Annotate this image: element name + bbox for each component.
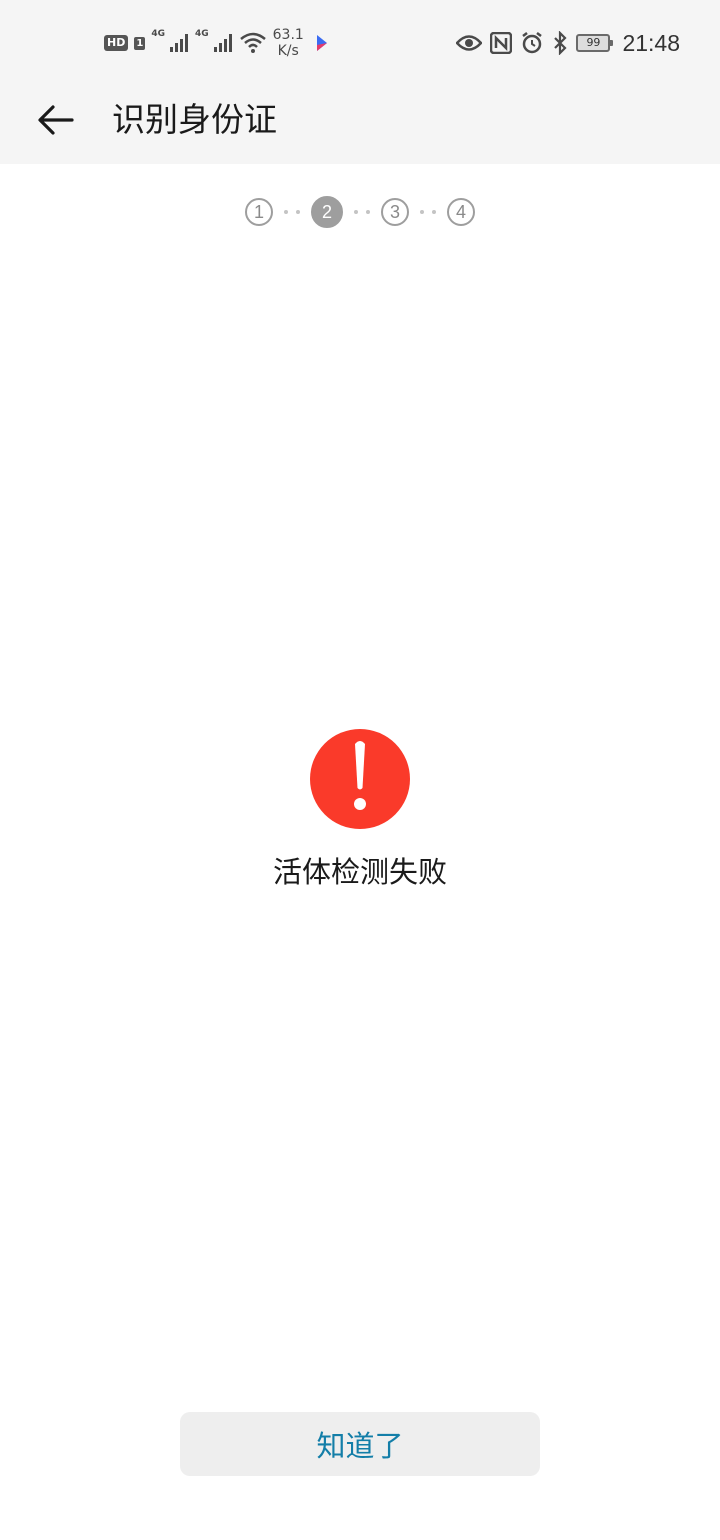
page-title: 识别身份证 <box>112 100 277 139</box>
battery-level: 99 <box>586 36 601 49</box>
sim-number-badge: 1 <box>134 36 146 50</box>
back-button[interactable] <box>30 96 82 148</box>
step-separator <box>284 210 300 214</box>
nfc-icon <box>490 32 513 54</box>
hd-icon: HD <box>104 35 129 51</box>
signal-icon <box>169 33 189 53</box>
battery-icon: 99 <box>576 34 614 52</box>
step-indicator: 1 2 3 4 <box>0 196 720 228</box>
app-bar: 识别身份证 <box>0 84 720 164</box>
bluetooth-icon <box>552 31 568 55</box>
exclamation-icon <box>350 738 370 820</box>
network-speed-value: 63.1 <box>272 27 304 43</box>
error-status-icon <box>310 729 410 829</box>
acknowledge-button[interactable]: 知道了 <box>180 1412 540 1476</box>
status-bar: HD 1 4G 4G 63.1 K/s 99 21:48 <box>0 0 720 84</box>
clock-time: 21:48 <box>622 29 680 56</box>
alarm-icon <box>520 31 544 55</box>
status-bar-left: HD 1 4G 4G 63.1 K/s <box>104 26 334 60</box>
network-speed-unit: K/s <box>277 43 299 59</box>
signal-icon <box>213 33 233 53</box>
wifi-icon <box>239 32 267 54</box>
step-1: 1 <box>245 198 273 226</box>
step-2-active: 2 <box>311 196 343 228</box>
eye-icon <box>456 33 483 53</box>
app-icon <box>310 31 334 55</box>
network-type-label: 4G <box>194 29 209 39</box>
network-speed: 63.1 K/s <box>273 27 304 59</box>
step-separator <box>354 210 370 214</box>
error-message: 活体检测失败 <box>272 855 447 889</box>
step-4: 4 <box>447 198 475 226</box>
step-separator <box>420 210 436 214</box>
network-type-label: 4G <box>151 29 165 39</box>
step-3: 3 <box>381 198 409 226</box>
status-bar-right: 99 21:48 <box>456 26 680 60</box>
arrow-left-icon <box>36 100 76 144</box>
